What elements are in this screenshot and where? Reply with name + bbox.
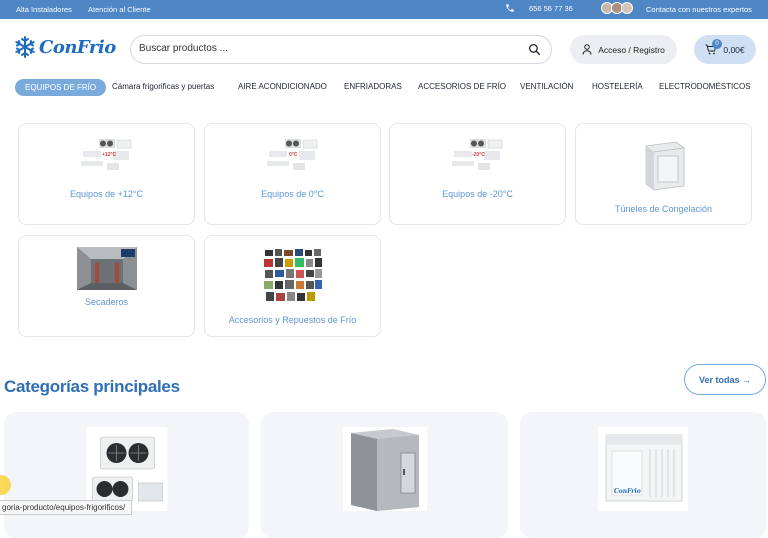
subcategory-card-0[interactable]: 0°C Equipos de 0°C [204, 123, 381, 225]
top-bar: Alta Instaladores Atención al Cliente 65… [0, 0, 768, 19]
account-button[interactable]: Acceso / Registro [570, 35, 677, 64]
temp-badge: -20°C [472, 152, 485, 158]
category-card-equipos[interactable] [4, 412, 249, 538]
equipment-image: -20°C [451, 139, 502, 170]
spare-parts-image [263, 249, 322, 301]
nav-item-accesorios[interactable]: ACCESORIOS DE FRÍO [418, 82, 506, 91]
status-bar-url: goria-producto/equipos-frigorificos/ [0, 500, 133, 515]
condensing-unit-image [86, 427, 167, 511]
cold-room-image [342, 427, 427, 511]
temp-badge: 0°C [289, 152, 298, 158]
subcategory-label: Accesorios y Repuestos de Frío [228, 315, 357, 325]
search-icon[interactable] [528, 43, 541, 56]
atencion-cliente-link[interactable]: Atención al Cliente [88, 5, 151, 14]
cart-total: 0,00€ [723, 44, 745, 55]
subcategory-card-accesorios[interactable]: Accesorios y Repuestos de Frío [204, 235, 381, 337]
cart-button[interactable]: 0 0,00€ [694, 35, 756, 64]
nav-item-enfriadoras[interactable]: ENFRIADORAS [344, 82, 402, 91]
drying-room-image [76, 247, 137, 290]
nav-item-ventilacion[interactable]: VENTILACIÓN [520, 82, 573, 91]
account-label: Acceso / Registro [598, 44, 665, 55]
category-card-camaras[interactable] [261, 412, 508, 538]
nav-item-camaras[interactable]: Cámara frigorificas y puertas [112, 82, 214, 91]
subcategory-card-12[interactable]: +12°C Equipos de +12°C [18, 123, 195, 225]
nav-item-equipos-de-frio[interactable]: EQUIPOS DE FRÍO [15, 79, 107, 96]
expert-avatars [601, 2, 633, 14]
subcategory-label: Secaderos [84, 297, 129, 307]
nav-item-aire-acondicionado[interactable]: AIRE ACONDICIONADO [238, 82, 327, 91]
subcategory-label: Equipos de -20°C [442, 189, 513, 199]
phone-link[interactable]: 656 56 77 36 [505, 3, 573, 13]
search-input[interactable] [139, 43, 519, 54]
section-title: Categorías principales [4, 377, 180, 396]
subcategory-label: Equipos de +12°C [70, 189, 143, 199]
nav-item-hosteleria[interactable]: HOSTELERÍA [592, 82, 643, 91]
subcategory-label: Túneles de Congelación [614, 204, 713, 214]
subcategory-card-minus20[interactable]: -20°C Equipos de -20°C [389, 123, 566, 225]
nav-item-electrodomesticos[interactable]: ELECTRODOMÉSTICOS [659, 82, 751, 91]
contact-experts-link[interactable]: Contacta con nuestros expertos [646, 5, 752, 14]
phone-number: 656 56 77 36 [529, 3, 573, 13]
chiller-image: ConFrio [598, 427, 688, 511]
avatar [621, 2, 633, 14]
subcategory-card-secaderos[interactable]: Secaderos [18, 235, 195, 337]
user-icon [582, 44, 592, 55]
equipment-image: 0°C [266, 139, 317, 170]
phone-icon [506, 4, 514, 12]
equipment-image: +12°C [80, 139, 131, 170]
subcategory-label: Equipos de 0°C [261, 189, 324, 199]
logo[interactable]: ConFrio [13, 35, 116, 59]
header: ConFrio Acceso / Registro 0 0,00€ [0, 19, 768, 76]
category-card-enfriadoras[interactable]: ConFrio [520, 412, 766, 538]
freezing-tunnel-image [645, 141, 684, 191]
temp-badge: +12°C [102, 152, 116, 158]
alta-instaladores-link[interactable]: Alta Instaladores [16, 5, 72, 14]
cart-count-badge: 0 [712, 39, 722, 49]
view-all-button[interactable]: Ver todas → [684, 364, 766, 395]
snowflake-icon [15, 36, 35, 58]
logo-text: ConFrio [39, 36, 116, 58]
subcategory-card-tuneles[interactable]: Túneles de Congelación [575, 123, 752, 225]
search-box [130, 35, 552, 64]
chiller-logo-text: ConFrio [614, 488, 641, 495]
main-nav: EQUIPOS DE FRÍO Cámara frigorificas y pu… [0, 76, 768, 102]
